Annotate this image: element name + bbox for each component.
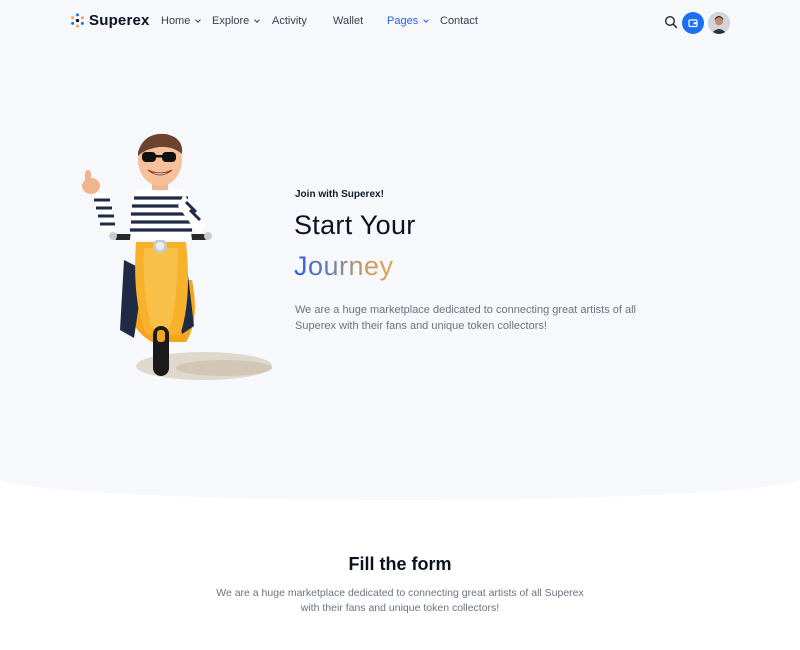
nav-item-label: Home [161, 15, 191, 27]
search-icon[interactable] [664, 15, 678, 29]
hero-title-accent: Journey [294, 251, 394, 281]
nav-item-wallet[interactable]: Wallet [333, 15, 363, 27]
hero-illustration [82, 133, 272, 380]
chevron-down-icon [254, 16, 261, 23]
nav-item-pages[interactable]: Pages [387, 15, 430, 27]
avatar-icon [708, 12, 730, 34]
wallet-icon [688, 19, 698, 28]
chevron-down-icon [195, 16, 202, 23]
chevron-down-icon [423, 16, 430, 23]
hero-kicker: Join with Superex! [295, 189, 384, 200]
nav-item-activity[interactable]: Activity [272, 15, 307, 27]
nav-item-home[interactable]: Home [161, 15, 202, 27]
nav-item-label: Wallet [333, 15, 364, 27]
site-header: Superex Home Explore Activity Wallet Pag… [0, 0, 800, 44]
hero-description: We are a huge marketplace dedicated to c… [295, 304, 636, 332]
nav-item-label: Contact [440, 15, 478, 27]
user-avatar[interactable] [708, 12, 730, 34]
brand-logo[interactable]: Superex [70, 12, 150, 29]
nav-item-explore[interactable]: Explore [212, 15, 261, 27]
nav-item-label: Pages [387, 15, 419, 27]
hero-title: Start Your [294, 210, 416, 240]
wallet-button[interactable] [682, 12, 704, 34]
nav-item-label: Activity [272, 15, 307, 27]
nav-item-label: Explore [212, 15, 250, 27]
brand-name: Superex [89, 12, 150, 29]
nav-item-contact[interactable]: Contact [440, 15, 478, 27]
form-section-description: We are a huge marketplace dedicated to c… [216, 587, 584, 614]
form-section-title: Fill the form [348, 554, 452, 574]
logo-icon [71, 13, 84, 28]
